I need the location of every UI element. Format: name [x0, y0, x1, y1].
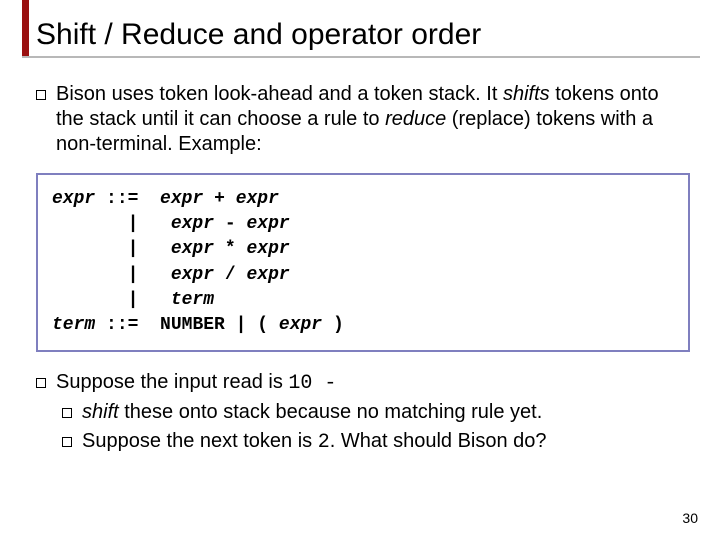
- emphasis-shift: shift: [82, 401, 119, 423]
- bullet-shift-onto-stack: shift these onto stack because no matchi…: [62, 400, 690, 425]
- grammar-op: |: [117, 214, 149, 234]
- emphasis-reduce: reduce: [385, 108, 446, 130]
- text-fragment: Suppose the next token is: [82, 430, 318, 452]
- grammar-op: |: [117, 290, 149, 310]
- text-fragment: Bison uses token look-ahead and a token …: [56, 83, 503, 105]
- text-fragment: Suppose the input read is: [56, 371, 288, 393]
- page-number: 30: [682, 510, 698, 526]
- grammar-code-block: expr ::= expr + expr | expr - expr | exp…: [36, 173, 690, 352]
- inline-code: 10 -: [288, 372, 336, 395]
- text-fragment: . What should Bison do?: [330, 430, 547, 452]
- grammar-rhs: term: [171, 290, 214, 310]
- bullet-intro: Bison uses token look-ahead and a token …: [36, 82, 690, 157]
- text-fragment: these onto stack because no matching rul…: [119, 401, 543, 423]
- emphasis-shifts: shifts: [503, 83, 550, 105]
- grammar-rhs-span: expr: [160, 189, 203, 209]
- bullet-marker-icon: [62, 408, 72, 418]
- bullet-marker-icon: [36, 90, 46, 100]
- grammar-op: ::=: [106, 315, 138, 335]
- grammar-op: ::=: [106, 189, 138, 209]
- slide-title: Shift / Reduce and operator order: [36, 18, 700, 52]
- grammar-lhs: expr: [52, 189, 95, 209]
- bullet-next-token: Suppose the next token is 2. What should…: [62, 429, 690, 455]
- bullet-marker-icon: [62, 437, 72, 447]
- inline-code: 2: [318, 431, 330, 454]
- bullet-shift-text: shift these onto stack because no matchi…: [82, 400, 690, 425]
- slide-accent-horizontal: [22, 56, 700, 58]
- bullet-suppose-input-text: Suppose the input read is 10 -: [56, 370, 690, 396]
- slide-accent-vertical: [22, 0, 29, 56]
- bullet-next-token-text: Suppose the next token is 2. What should…: [82, 429, 690, 455]
- slide-body: Bison uses token look-ahead and a token …: [36, 82, 690, 459]
- title-block: Shift / Reduce and operator order: [36, 18, 700, 58]
- bullet-marker-icon: [36, 378, 46, 388]
- grammar-op: |: [117, 265, 149, 285]
- grammar-lhs: term: [52, 315, 95, 335]
- grammar-op: |: [117, 239, 149, 259]
- bullet-suppose-input: Suppose the input read is 10 -: [36, 370, 690, 396]
- bullet-intro-text: Bison uses token look-ahead and a token …: [56, 82, 690, 157]
